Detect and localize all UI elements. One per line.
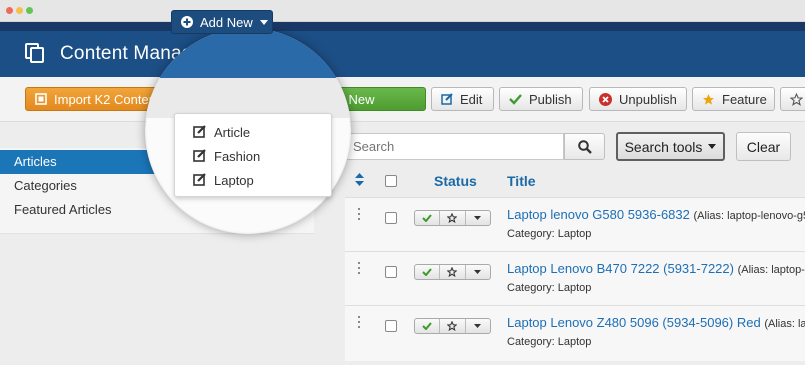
star-icon [703, 93, 714, 105]
import-k2-label: Import K2 Content [54, 91, 160, 107]
unpublish-label: Unpublish [619, 91, 677, 107]
status-button-group [414, 210, 491, 226]
featured-toggle[interactable] [440, 319, 466, 333]
item-category: Category: Laptop [507, 282, 592, 294]
drag-handle-icon[interactable] [357, 316, 362, 328]
clear-button[interactable]: Clear [736, 132, 791, 161]
row-checkbox[interactable] [385, 320, 397, 332]
item-alias: (Alias: laptop-lenovo-g5 [693, 210, 805, 222]
check-icon [422, 268, 432, 276]
search-tools-button[interactable]: Search tools [616, 132, 725, 161]
item-title-link[interactable]: Laptop Lenovo Z480 5096 (5934-5096) Red [507, 315, 761, 330]
menu-item-label: Laptop [214, 173, 254, 188]
star-outline-icon [447, 267, 458, 277]
remove-circle-icon [599, 92, 612, 106]
window-minimize-icon[interactable] [16, 7, 23, 14]
edit-label: Edit [460, 91, 483, 107]
table-row: Laptop Lenovo B470 7222 (5931-7222) (Ali… [345, 251, 805, 306]
star-outline-icon [447, 321, 458, 331]
admin-nav-strip [0, 22, 805, 31]
unfeature-button[interactable] [780, 87, 805, 111]
caret-down-icon [259, 19, 268, 25]
item-category: Category: Laptop [507, 336, 592, 348]
row-title: Laptop Lenovo B470 7222 (5931-7222) (Ali… [507, 261, 805, 276]
publish-button[interactable]: Publish [499, 87, 583, 111]
menu-item-article[interactable]: Article [175, 120, 333, 144]
add-new-dropdown-menu: Article Fashion Laptop [174, 113, 332, 197]
caret-down-icon [708, 144, 717, 149]
import-icon [35, 93, 47, 105]
search-input[interactable] [345, 133, 564, 160]
featured-toggle[interactable] [440, 265, 466, 279]
toolbar: Import K2 Content New Edit Publish Unpub… [0, 77, 805, 122]
plus-circle-icon [181, 16, 193, 28]
search-icon [577, 139, 592, 154]
feature-label: Feature [722, 91, 767, 107]
check-icon [422, 322, 432, 330]
add-new-button[interactable]: Add New [171, 10, 273, 34]
status-button-group [414, 318, 491, 334]
row-title: Laptop lenovo G580 5936-6832 (Alias: lap… [507, 207, 805, 222]
search-tools-label: Search tools [624, 138, 703, 155]
add-new-label: Add New [200, 14, 253, 30]
actions-dropdown[interactable] [466, 319, 490, 333]
table-row: Laptop Lenovo Z480 5096 (5934-5096) Red … [345, 305, 805, 361]
select-all-checkbox[interactable] [385, 175, 397, 187]
actions-dropdown[interactable] [466, 211, 490, 225]
caret-down-icon [474, 324, 482, 328]
status-column-header[interactable]: Status [434, 173, 477, 189]
caret-down-icon [474, 216, 482, 220]
published-toggle[interactable] [415, 211, 441, 225]
menu-item-label: Article [214, 125, 251, 140]
title-column-header[interactable]: Title [507, 173, 536, 189]
drag-handle-icon[interactable] [357, 262, 362, 274]
featured-toggle[interactable] [440, 211, 466, 225]
item-title-link[interactable]: Laptop Lenovo B470 7222 (5931-7222) [507, 261, 734, 276]
caret-down-icon [474, 270, 482, 274]
unpublish-button[interactable]: Unpublish [589, 87, 687, 111]
actions-dropdown[interactable] [466, 265, 490, 279]
menu-item-laptop[interactable]: Laptop [175, 168, 333, 192]
magnified-header [145, 28, 351, 78]
publish-label: Publish [529, 91, 572, 107]
search-button[interactable] [564, 133, 605, 160]
item-alias: (Alias: laptop-le [737, 264, 805, 276]
edit-icon [193, 173, 206, 186]
row-title: Laptop Lenovo Z480 5096 (5934-5096) Red … [507, 315, 805, 330]
new-label: New [348, 91, 375, 107]
item-category: Category: Laptop [507, 228, 592, 240]
row-checkbox[interactable] [385, 212, 397, 224]
star-outline-icon [447, 213, 458, 223]
edit-button[interactable]: Edit [431, 87, 494, 111]
item-title-link[interactable]: Laptop lenovo G580 5936-6832 [507, 207, 690, 222]
check-icon [509, 94, 522, 105]
edit-icon [193, 149, 206, 162]
sort-icon[interactable] [355, 173, 364, 186]
browser-chrome [0, 0, 805, 22]
check-icon [422, 214, 432, 222]
window-close-icon[interactable] [6, 7, 13, 14]
edit-icon [441, 93, 453, 105]
row-checkbox[interactable] [385, 266, 397, 278]
magnified-toolbar [145, 78, 351, 118]
item-alias: (Alias: lap [764, 318, 805, 330]
window-maximize-icon[interactable] [26, 7, 33, 14]
edit-icon [193, 125, 206, 138]
table-row: Laptop lenovo G580 5936-6832 (Alias: lap… [345, 197, 805, 252]
table-header: Status Title [345, 165, 805, 197]
menu-item-fashion[interactable]: Fashion [175, 144, 333, 168]
published-toggle[interactable] [415, 319, 441, 333]
published-toggle[interactable] [415, 265, 441, 279]
copy-icon [25, 43, 44, 63]
feature-button[interactable]: Feature [692, 87, 775, 111]
drag-handle-icon[interactable] [357, 208, 362, 220]
status-button-group [414, 264, 491, 280]
page-header: Content Manager: Items [0, 31, 805, 77]
star-outline-icon [790, 92, 803, 106]
menu-item-label: Fashion [214, 149, 261, 164]
